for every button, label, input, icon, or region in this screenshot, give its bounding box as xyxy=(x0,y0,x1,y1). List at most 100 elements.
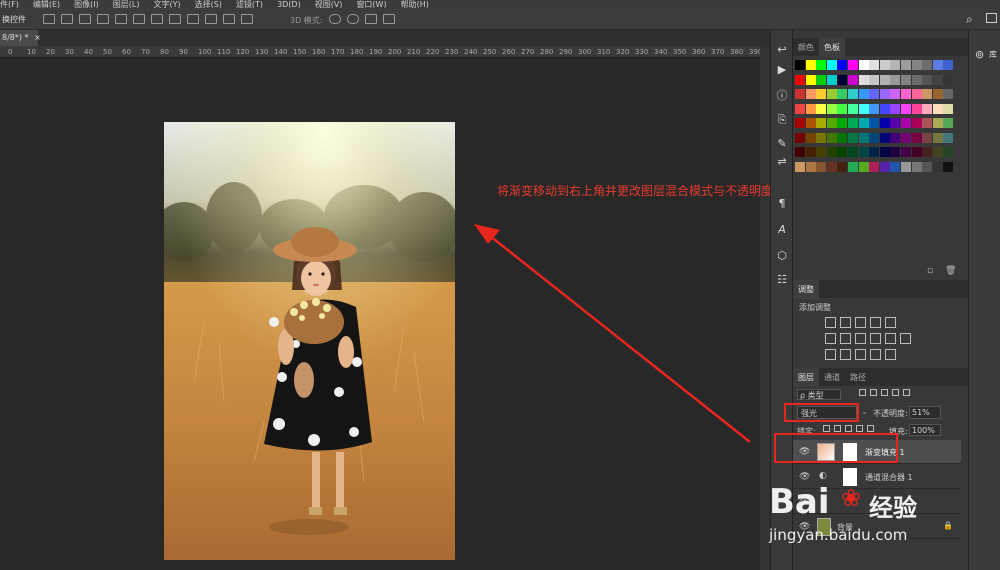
transform-controls-label[interactable]: 换控件 xyxy=(2,14,26,25)
swatch[interactable] xyxy=(848,161,858,172)
tab-adjustments[interactable]: 调整 xyxy=(793,280,819,299)
smart-filter-icon[interactable] xyxy=(903,389,910,396)
swatch[interactable] xyxy=(879,147,890,157)
swatch[interactable] xyxy=(922,161,933,172)
swatch[interactable] xyxy=(879,103,890,114)
swatch[interactable] xyxy=(879,74,890,85)
align-left-icon[interactable] xyxy=(43,14,55,24)
trash-icon[interactable]: 🗑 xyxy=(945,266,956,276)
search-icon[interactable]: ⌕ xyxy=(966,12,973,27)
color-balance-icon[interactable] xyxy=(840,333,851,344)
swatch[interactable] xyxy=(816,132,827,143)
swatch[interactable] xyxy=(826,147,837,157)
swatch[interactable] xyxy=(911,161,922,172)
swatch[interactable] xyxy=(858,74,869,85)
photo-filter-icon[interactable] xyxy=(870,333,881,344)
swatch[interactable] xyxy=(869,74,880,85)
swatch[interactable] xyxy=(943,103,954,114)
swatch[interactable] xyxy=(943,147,954,157)
swatch[interactable] xyxy=(911,118,922,128)
distribute-bottom-icon[interactable] xyxy=(187,14,199,24)
swatch[interactable] xyxy=(922,118,933,128)
brush-icon[interactable]: ✎ xyxy=(774,136,790,152)
swatch[interactable] xyxy=(932,147,943,157)
swatch[interactable] xyxy=(922,132,933,143)
channel-mixer-icon[interactable] xyxy=(885,333,896,344)
document-tab[interactable]: 8/8*) * × xyxy=(0,30,41,46)
swatch[interactable] xyxy=(805,89,816,99)
swatch[interactable] xyxy=(890,161,901,172)
swatch[interactable] xyxy=(879,89,890,99)
swatch[interactable] xyxy=(816,60,827,70)
document-image[interactable] xyxy=(164,122,455,560)
swatch[interactable] xyxy=(879,132,890,143)
swatch[interactable] xyxy=(837,74,848,85)
lock-all-icon[interactable] xyxy=(867,425,874,432)
swatch[interactable] xyxy=(890,74,901,85)
new-swatch-icon[interactable]: ▫ xyxy=(927,266,933,276)
swatch[interactable] xyxy=(826,74,837,85)
type-filter-icon[interactable] xyxy=(881,389,888,396)
swatch[interactable] xyxy=(943,161,954,172)
swatch[interactable] xyxy=(911,103,922,114)
adjust-filter-icon[interactable] xyxy=(870,389,877,396)
posterize-icon[interactable] xyxy=(840,349,851,360)
swatch[interactable] xyxy=(932,118,943,128)
fill-input[interactable]: 100% xyxy=(909,424,941,436)
swatch[interactable] xyxy=(826,103,837,114)
swatch[interactable] xyxy=(869,132,880,143)
rotate-3d-icon[interactable] xyxy=(329,14,341,24)
lock-artboard-icon[interactable] xyxy=(856,425,863,432)
swatch[interactable] xyxy=(879,161,890,172)
actions-play-icon[interactable]: ▶ xyxy=(774,62,790,78)
swatch[interactable] xyxy=(869,103,880,114)
swatch[interactable] xyxy=(837,132,848,143)
swatch[interactable] xyxy=(911,60,922,70)
info-icon[interactable]: ⓘ xyxy=(774,88,790,104)
exposure-icon[interactable] xyxy=(870,317,881,328)
swatch[interactable] xyxy=(943,74,954,85)
swatch[interactable] xyxy=(848,89,858,99)
align-vcenter-icon[interactable] xyxy=(115,14,127,24)
tab-paths[interactable]: 路径 xyxy=(845,368,871,387)
swatch[interactable] xyxy=(879,118,890,128)
swatch[interactable] xyxy=(795,118,805,128)
swatch[interactable] xyxy=(890,103,901,114)
swatch[interactable] xyxy=(848,103,858,114)
swatch[interactable] xyxy=(911,89,922,99)
swatch[interactable] xyxy=(869,60,880,70)
swatch[interactable] xyxy=(890,89,901,99)
swatch[interactable] xyxy=(816,103,827,114)
swatch[interactable] xyxy=(805,132,816,143)
swatch[interactable] xyxy=(901,147,911,157)
swatch[interactable] xyxy=(816,118,827,128)
swatch[interactable] xyxy=(826,89,837,99)
swatch[interactable] xyxy=(826,60,837,70)
character-icon[interactable]: A xyxy=(774,222,790,238)
swatch[interactable] xyxy=(795,161,805,172)
shape-filter-icon[interactable] xyxy=(892,389,899,396)
distribute-top-icon[interactable] xyxy=(151,14,163,24)
swatch[interactable] xyxy=(869,89,880,99)
swatch[interactable] xyxy=(848,118,858,128)
swatch[interactable] xyxy=(858,132,869,143)
swatch[interactable] xyxy=(901,103,911,114)
tab-layers[interactable]: 图层 xyxy=(793,368,819,387)
swatch[interactable] xyxy=(858,103,869,114)
swatch[interactable] xyxy=(858,60,869,70)
brush-settings-icon[interactable]: ⇌ xyxy=(774,154,790,170)
color-lookup-icon[interactable] xyxy=(900,333,911,344)
swatch[interactable] xyxy=(869,118,880,128)
swatch[interactable] xyxy=(869,147,880,157)
swatch[interactable] xyxy=(932,89,943,99)
swatch[interactable] xyxy=(795,103,805,114)
swatch[interactable] xyxy=(943,89,954,99)
swatch[interactable] xyxy=(795,89,805,99)
tab-channels[interactable]: 通道 xyxy=(819,368,845,387)
swatch[interactable] xyxy=(816,147,827,157)
align-bottom-icon[interactable] xyxy=(133,14,145,24)
swatch[interactable] xyxy=(795,147,805,157)
swatch[interactable] xyxy=(805,147,816,157)
properties-icon[interactable]: ☷ xyxy=(774,272,790,288)
swatch[interactable] xyxy=(911,132,922,143)
